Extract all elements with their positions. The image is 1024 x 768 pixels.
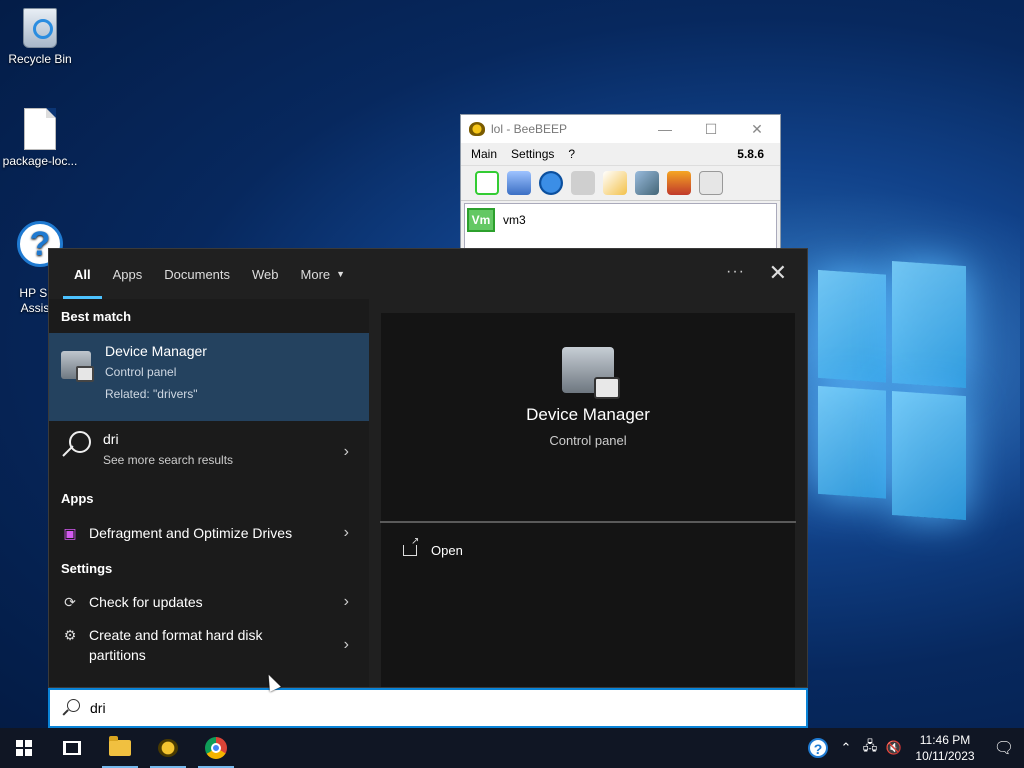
open-action[interactable]: Open: [381, 523, 795, 558]
web-search-sub: See more search results: [103, 453, 234, 467]
network-icon[interactable]: [539, 171, 563, 195]
tools-icon[interactable]: [635, 171, 659, 195]
beebeep-window[interactable]: lol - BeeBEEP — ☐ ✕ Main Settings ? 5.8.…: [460, 114, 781, 255]
chevron-right-icon[interactable]: ›: [344, 443, 349, 461]
web-search-query: dri: [103, 431, 119, 447]
preview-subtitle: Control panel: [549, 433, 627, 448]
taskbar: ? ⌃ 🖧 🔇 11:46 PM 10/11/2023 🗨: [0, 728, 1024, 768]
system-tray: ? ⌃ 🖧 🔇 11:46 PM 10/11/2023 🗨: [808, 728, 1024, 768]
clock[interactable]: 11:46 PM 10/11/2023: [906, 732, 984, 764]
file-explorer-icon: [109, 736, 131, 756]
desktop-icon-label: Recycle Bin: [8, 52, 72, 66]
chevron-right-icon[interactable]: ›: [344, 636, 349, 654]
mail-icon[interactable]: [571, 171, 595, 195]
menu-settings[interactable]: Settings: [511, 147, 554, 161]
write-icon[interactable]: [603, 171, 627, 195]
web-search-item[interactable]: dri See more search results ›: [49, 421, 369, 481]
chevron-up-icon[interactable]: ⌃: [834, 740, 858, 756]
results-list: Best match Device Manager Control panel …: [49, 299, 369, 687]
open-icon: [403, 536, 419, 556]
chrome-icon: [205, 737, 227, 759]
notification-icon[interactable]: 🗨: [984, 738, 1024, 758]
menu-help[interactable]: ?: [568, 147, 575, 161]
beebeep-titlebar[interactable]: lol - BeeBEEP — ☐ ✕: [461, 115, 780, 143]
section-settings: Settings: [61, 560, 113, 576]
file-explorer-button[interactable]: [96, 728, 144, 768]
windows-wallpaper-logo: [812, 249, 972, 530]
defrag-icon: ▣: [63, 524, 77, 541]
chevron-right-icon[interactable]: ›: [344, 524, 349, 542]
tab-documents[interactable]: Documents: [153, 249, 241, 299]
clock-time: 11:46 PM: [919, 733, 971, 747]
network-icon[interactable]: 🖧: [858, 737, 882, 759]
search-input[interactable]: [90, 700, 390, 716]
setting-label: Check for updates: [89, 594, 203, 610]
search-icon: [61, 431, 91, 461]
upload-icon[interactable]: [667, 171, 691, 195]
minimize-button[interactable]: —: [642, 121, 688, 138]
version-label: 5.8.6: [737, 147, 764, 161]
recycle-bin-icon: [23, 8, 57, 48]
desktop-icon-recycle-bin[interactable]: Recycle Bin: [0, 8, 80, 66]
search-tabs: All Apps Documents Web More ▼ ··· ✕: [49, 249, 807, 299]
section-apps: Apps: [61, 490, 94, 506]
tab-all[interactable]: All: [63, 249, 102, 299]
beebeep-icon: [469, 122, 485, 136]
user-avatar: Vm: [467, 208, 495, 232]
file-icon: [24, 108, 56, 150]
profile-icon[interactable]: [507, 171, 531, 195]
best-match-related: Related: "drivers": [105, 387, 198, 401]
status-icon[interactable]: [475, 171, 499, 195]
close-icon[interactable]: ✕: [769, 260, 787, 286]
desktop-icon-label: package-loc...: [2, 154, 78, 168]
tab-apps[interactable]: Apps: [102, 249, 154, 299]
start-search-panel: All Apps Documents Web More ▼ ··· ✕ Best …: [48, 248, 808, 688]
task-view-button[interactable]: [48, 728, 96, 768]
best-match-item[interactable]: Device Manager Control panel Related: "d…: [49, 333, 369, 421]
preview-title: Device Manager: [526, 405, 650, 424]
menu-main[interactable]: Main: [471, 147, 497, 161]
close-button[interactable]: ✕: [734, 121, 780, 138]
caret-down-icon: ▼: [336, 269, 346, 279]
app-label: Defragment and Optimize Drives: [89, 525, 293, 541]
refresh-icon: ⟳: [64, 593, 76, 610]
device-manager-icon: [61, 351, 94, 382]
user-name: vm3: [503, 213, 526, 227]
maximize-button[interactable]: ☐: [688, 121, 734, 138]
chevron-right-icon[interactable]: ›: [344, 593, 349, 611]
beebeep-taskbar-button[interactable]: [144, 728, 192, 768]
device-manager-icon: [562, 347, 620, 399]
search-box[interactable]: [48, 688, 808, 728]
trash-icon[interactable]: [699, 171, 723, 195]
tab-web[interactable]: Web: [241, 249, 290, 299]
setting-disk-partitions[interactable]: ⚙ Create and format hard disk partitions…: [49, 619, 369, 671]
list-item[interactable]: Vm vm3: [467, 206, 774, 234]
open-label: Open: [431, 543, 463, 558]
setting-check-updates[interactable]: ⟳ Check for updates ›: [49, 585, 369, 619]
preview-header: Device Manager Control panel: [380, 347, 796, 523]
toolbar: [461, 165, 780, 201]
desktop-icon-package[interactable]: package-loc...: [0, 108, 80, 168]
gear-icon: ⚙: [63, 627, 77, 643]
best-match-subtitle: Control panel: [105, 365, 177, 379]
section-best-match: Best match: [61, 308, 132, 324]
menu-bar: Main Settings ? 5.8.6: [461, 143, 780, 165]
chrome-button[interactable]: [192, 728, 240, 768]
search-icon: [62, 699, 80, 717]
beebeep-icon: [158, 739, 178, 757]
best-match-title: Device Manager: [105, 343, 207, 359]
task-view-icon: [63, 741, 81, 755]
windows-start-icon: [16, 740, 32, 756]
setting-label: Create and format hard disk partitions: [89, 627, 263, 663]
window-title: lol - BeeBEEP: [491, 122, 568, 136]
help-icon[interactable]: ?: [808, 738, 828, 758]
tab-more[interactable]: More ▼: [290, 249, 357, 299]
app-defragment[interactable]: ▣ Defragment and Optimize Drives ›: [49, 515, 369, 551]
clock-date: 10/11/2023: [915, 749, 975, 763]
volume-muted-icon[interactable]: 🔇: [882, 740, 906, 756]
start-button[interactable]: [0, 728, 48, 768]
more-options-icon[interactable]: ···: [726, 263, 745, 281]
preview-pane: Device Manager Control panel Open: [380, 313, 796, 687]
